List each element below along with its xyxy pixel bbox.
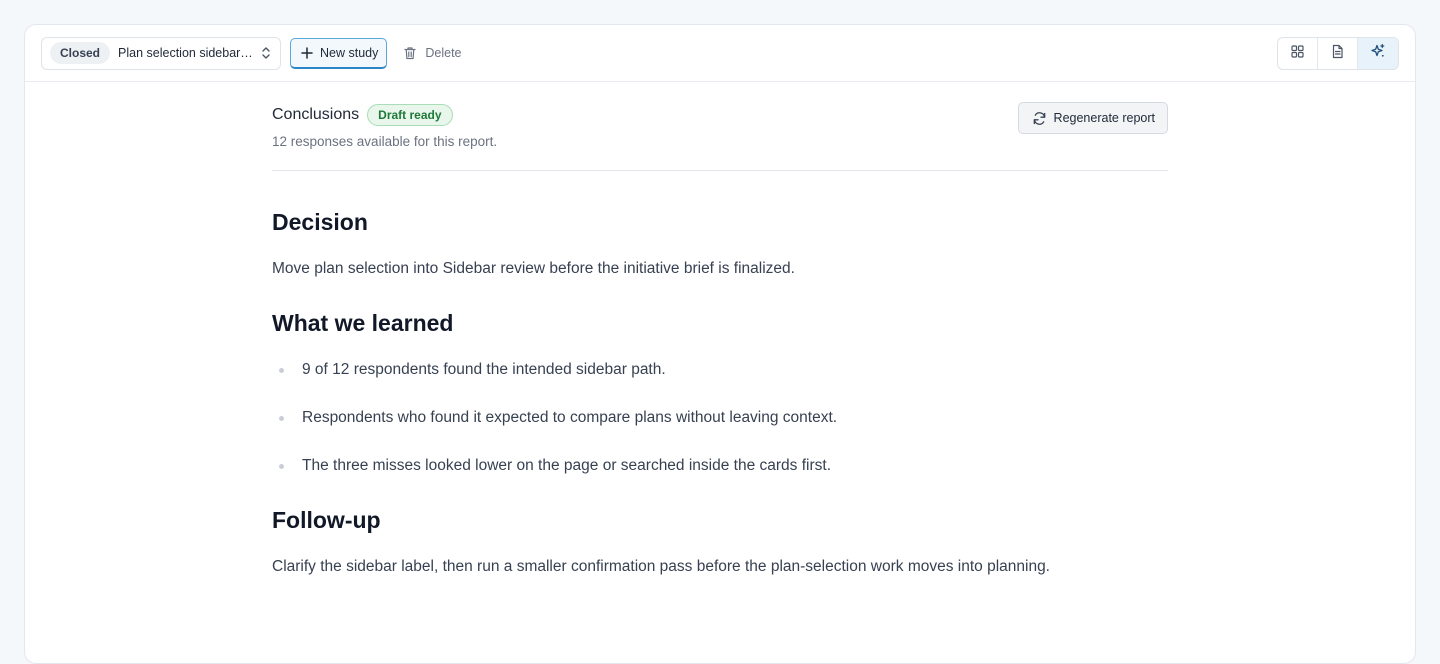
study-select[interactable]: Closed Plan selection sidebar…: [41, 36, 281, 70]
draft-status-badge: Draft ready: [367, 104, 453, 126]
list-item: Respondents who found it expected to com…: [272, 408, 1168, 428]
followup-heading: Follow-up: [272, 507, 381, 533]
list-item-text: Respondents who found it expected to com…: [302, 409, 838, 426]
insights-view-button[interactable]: [1358, 38, 1398, 69]
refresh-icon: [1032, 111, 1047, 126]
report-document: Decision Move plan selection into Sideba…: [272, 208, 1168, 577]
regenerate-report-label: Regenerate report: [1053, 111, 1155, 125]
report-header: Conclusions Draft ready 12 responses ava…: [272, 82, 1168, 171]
report-title-row: Conclusions Draft ready: [272, 104, 453, 126]
document-view-button[interactable]: [1318, 38, 1358, 69]
list-item-text: 9 of 12 respondents found the intended s…: [302, 361, 666, 378]
bullet-icon: [279, 464, 284, 469]
toolbar: Closed Plan selection sidebar… New study…: [25, 25, 1415, 82]
decision-text: Move plan selection into Sidebar review …: [272, 260, 795, 277]
grid-icon: [1290, 44, 1305, 64]
followup-text: Clarify the sidebar label, then run a sm…: [272, 558, 1050, 575]
status-badge: Closed: [50, 42, 111, 64]
report-content: Conclusions Draft ready 12 responses ava…: [272, 82, 1168, 577]
grid-view-button[interactable]: [1278, 38, 1318, 69]
document-icon: [1330, 44, 1345, 64]
delete-label: Delete: [425, 46, 462, 60]
list-item: 9 of 12 respondents found the intended s…: [272, 360, 1168, 380]
study-name: Plan selection sidebar…: [118, 46, 253, 60]
list-item-text: The three misses looked lower on the pag…: [302, 457, 831, 474]
app-window: Closed Plan selection sidebar… New study…: [24, 24, 1416, 664]
view-switcher: [1277, 37, 1399, 70]
regenerate-report-button[interactable]: Regenerate report: [1017, 102, 1168, 134]
trash-icon: [403, 46, 417, 60]
new-study-label: New study: [320, 45, 379, 60]
bullet-icon: [279, 416, 284, 421]
report-title: Conclusions: [272, 106, 360, 123]
report-subtitle: 12 responses available for this report.: [272, 134, 498, 149]
new-study-button[interactable]: New study: [290, 37, 388, 69]
plus-icon: [300, 46, 314, 60]
bullet-icon: [279, 368, 284, 373]
sparkle-icon: [1370, 43, 1386, 64]
list-item: The three misses looked lower on the pag…: [272, 456, 1168, 476]
learned-heading: What we learned: [272, 310, 454, 336]
learned-list: 9 of 12 respondents found the intended s…: [272, 360, 1168, 476]
delete-button[interactable]: Delete: [397, 38, 467, 69]
chevron-updown-icon: [260, 45, 272, 61]
decision-heading: Decision: [272, 209, 368, 235]
